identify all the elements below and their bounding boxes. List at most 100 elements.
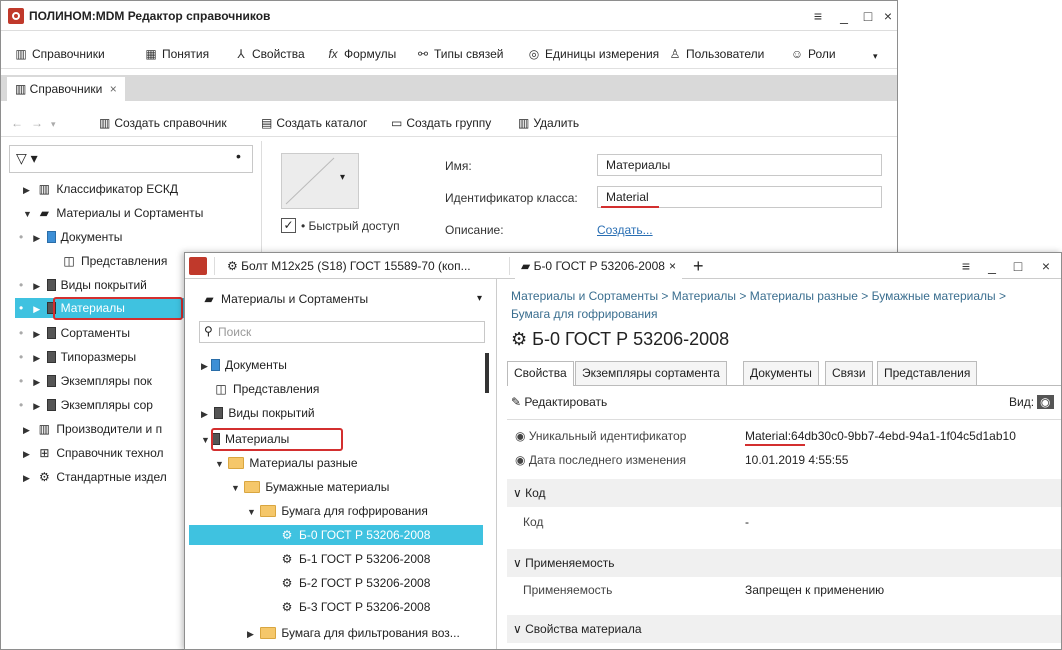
back-arrow-icon[interactable]: ← (11, 116, 23, 130)
tab-bolt[interactable]: ⚙ Болт M12x25 (S18) ГОСТ 15589-70 (коп..… (221, 253, 477, 279)
b-tree-paper-materials[interactable]: ▼ Бумажные материалы (231, 477, 389, 497)
menu-units[interactable]: ◎ Единицы измерения (526, 47, 659, 61)
tab-views[interactable]: Представления (877, 361, 978, 385)
material-item-icon: ⚙ (281, 600, 293, 614)
tree-item-assortment-instances[interactable]: • ▶ Экземпляры сор (19, 395, 153, 415)
catalog-icon (46, 351, 56, 363)
menu-formulas[interactable]: fx Формулы (325, 47, 396, 61)
quick-access-checkbox[interactable]: ✓ (281, 218, 296, 233)
tree-item-manufacturers[interactable]: ▶ ▥ Производители и п (23, 419, 162, 439)
folder-icon: ▭ (391, 116, 403, 130)
menu-roles[interactable]: ☺ Роли (789, 47, 836, 61)
chevron-down-icon: ∨ (513, 622, 526, 636)
minimize-button[interactable]: _ (981, 256, 1003, 276)
create-group-button[interactable]: ▭ Создать группу (391, 116, 491, 130)
delete-button[interactable]: ▥ Удалить (518, 116, 579, 130)
b-tree-views[interactable]: ◫ Представления (213, 379, 319, 399)
tab-assortment-instances[interactable]: Экземпляры сортамента (575, 361, 727, 385)
property-tabs: Свойства Экземпляры сортамента Документы… (507, 361, 1061, 386)
menu-overflow-icon[interactable]: ▾ (873, 51, 878, 62)
tab-close-icon[interactable]: × (110, 82, 117, 96)
maximize-button[interactable]: □ (857, 6, 879, 26)
section-code[interactable]: ∨ Код (507, 479, 1061, 507)
tree-item-eskd[interactable]: ▶ ▥ Классификатор ЕСКД (23, 179, 178, 199)
units-icon: ◎ (528, 47, 540, 61)
b-tree-item-b2[interactable]: ⚙ Б-2 ГОСТ Р 53206-2008 (279, 573, 431, 593)
close-button[interactable]: × (877, 6, 897, 26)
materials-stack-icon: ▰ (204, 292, 214, 306)
property-sections: ∨ Код Код - ∨ Применяемость Применяемост… (507, 479, 1061, 649)
b-tree-item-b0[interactable]: ⚙ Б-0 ГОСТ Р 53206-2008 (189, 525, 483, 545)
b-tree-coatings[interactable]: ▶ Виды покрытий (201, 403, 315, 423)
close-button[interactable]: × (1035, 256, 1057, 276)
section-applicability[interactable]: ∨ Применяемость (507, 549, 1061, 577)
catalog-icon (46, 399, 56, 411)
menu-concepts[interactable]: ▦ Понятия (143, 47, 209, 61)
tree-root-selector[interactable]: ▰ Материалы и Сортаменты (201, 289, 368, 309)
tree-item-tech-reference[interactable]: ▶ ⊞ Справочник технол (23, 443, 163, 463)
materials-stack-icon: ▰ (39, 206, 49, 220)
create-catalog-button[interactable]: ▤ Создать каталог (261, 116, 367, 130)
tree-item-sizes[interactable]: • ▶ Типоразмеры (19, 347, 136, 367)
eye-icon: ◉ (515, 429, 529, 443)
menu-references[interactable]: ▥ Справочники (13, 47, 104, 61)
tab-properties[interactable]: Свойства (507, 361, 574, 386)
polinom-logo-icon (8, 8, 24, 24)
tree-item-standard-parts[interactable]: ▶ ⚙ Стандартные издел (23, 467, 167, 487)
b-tree-filter-paper[interactable]: ▶ Бумага для фильтрования воз... (247, 623, 460, 643)
concepts-icon: ▦ (145, 47, 157, 61)
document-tab-strip: ▥ Справочники × (1, 75, 897, 101)
tab-documents[interactable]: Документы (743, 361, 819, 385)
tree-scrollbar-thumb[interactable] (485, 353, 489, 393)
tab-links[interactable]: Связи (825, 361, 873, 385)
create-description-link[interactable]: Создать... (597, 223, 653, 237)
view-toggle[interactable]: Вид: ◉ (1009, 395, 1054, 409)
main-menu-bar: ▥ Справочники ▦ Понятия ⅄ Свойства fx Формул… (1, 39, 897, 69)
history-dropdown-icon[interactable]: ▾ (51, 119, 56, 130)
menu-link-types[interactable]: ⚯ Типы связей (415, 47, 503, 61)
name-field[interactable]: Материалы (597, 154, 882, 176)
tree-search-input[interactable]: ⚲ Поиск (199, 321, 485, 343)
editor-window-item: ⚙ Болт M12x25 (S18) ГОСТ 15589-70 (коп..… (184, 252, 1062, 650)
user-icon: ♙ (669, 47, 681, 61)
hamburger-menu-icon[interactable]: ≡ (807, 6, 829, 26)
tree-item-materials-assortment[interactable]: ▼ ▰ Материалы и Сортаменты (23, 203, 203, 223)
image-dropdown-icon[interactable]: ▾ (340, 172, 345, 183)
filter-icon[interactable]: ▽ ▾ (16, 150, 38, 167)
highlight-materials-box (53, 297, 183, 320)
tab-close-icon[interactable]: × (669, 259, 676, 273)
breadcrumb-line2[interactable]: Бумага для гофрирования (511, 307, 657, 321)
minimize-button[interactable]: _ (833, 6, 855, 26)
menu-users[interactable]: ♙ Пользователи (667, 47, 765, 61)
forward-arrow-icon[interactable]: → (31, 116, 43, 130)
menu-properties[interactable]: ⅄ Свойства (233, 47, 304, 61)
tree-root-dropdown-icon[interactable]: ▾ (477, 293, 482, 304)
tree-item-coating-instances[interactable]: • ▶ Экземпляры пок (19, 371, 152, 391)
books-icon: ▥ (99, 116, 111, 130)
tab-item-b0[interactable]: ▰ Б-0 ГОСТ Р 53206-2008 × (515, 253, 682, 279)
description-label: Описание: (445, 223, 504, 237)
tree-item-assortments[interactable]: • ▶ Сортаменты (19, 323, 130, 343)
b-tree-misc-materials[interactable]: ▼ Материалы разные (215, 453, 358, 473)
image-picker[interactable]: ▾ (281, 153, 359, 209)
b-tree-item-b1[interactable]: ⚙ Б-1 ГОСТ Р 53206-2008 (279, 549, 431, 569)
tab-references[interactable]: ▥ Справочники × (7, 77, 125, 101)
create-reference-button[interactable]: ▥ Создать справочник (99, 116, 227, 130)
section-material-properties[interactable]: ∨ Свойства материала (507, 615, 1061, 643)
maximize-button[interactable]: □ (1007, 256, 1029, 276)
b-tree-documents[interactable]: ▶ Документы (201, 355, 287, 375)
breadcrumb[interactable]: Материалы и Сортаменты > Материалы > Мат… (511, 289, 1006, 303)
edit-button[interactable]: ✎ Редактировать (511, 395, 607, 409)
b-tree-corrugation-paper[interactable]: ▼ Бумага для гофрирования (247, 501, 428, 521)
tree-item-views[interactable]: ◫ Представления (61, 251, 167, 271)
b-tree-item-b3[interactable]: ⚙ Б-3 ГОСТ Р 53206-2008 (279, 597, 431, 617)
tree-item-coatings[interactable]: • ▶ Виды покрытий (19, 275, 147, 295)
class-id-field[interactable]: Material (597, 186, 882, 208)
tree-item-documents[interactable]: • ▶ Документы (19, 227, 122, 247)
more-dot-icon[interactable]: • (236, 148, 241, 164)
books-icon: ▥ (15, 82, 30, 96)
hamburger-menu-icon[interactable]: ≡ (955, 256, 977, 276)
new-tab-button[interactable]: + (687, 253, 710, 279)
uid-label: ◉ Уникальный идентификатор (515, 429, 687, 443)
tree-filter-bar: ▽ ▾ • (9, 145, 253, 173)
